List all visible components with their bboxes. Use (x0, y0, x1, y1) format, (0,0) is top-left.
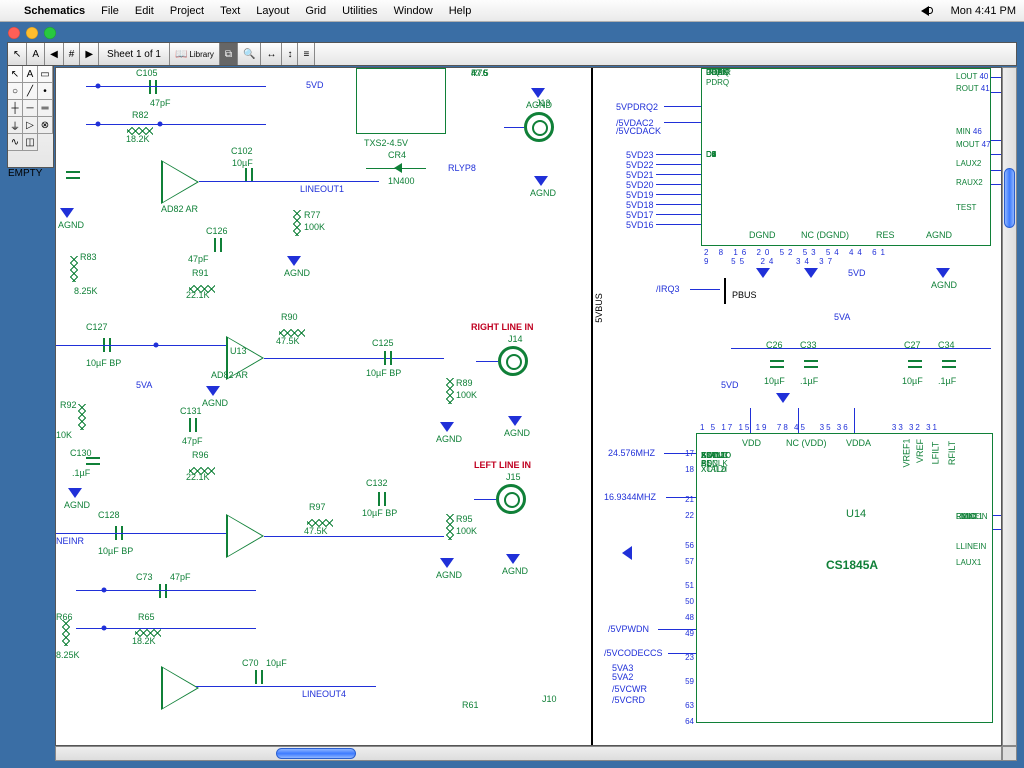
scrollbar-v-thumb[interactable] (1004, 168, 1015, 228)
scrollbar-h-thumb[interactable] (276, 748, 356, 759)
page-next[interactable]: ▶ (80, 43, 99, 65)
page-prev[interactable]: ◀ (45, 43, 64, 65)
tool-zoom[interactable]: 🔍 (238, 43, 261, 65)
u14-refdes: U14 (846, 508, 866, 520)
pal-circle[interactable]: ○ (8, 83, 23, 100)
pal-line[interactable]: ╱ (23, 83, 38, 100)
jack-j14 (498, 346, 528, 376)
page-grid[interactable]: # (64, 43, 81, 65)
tool-pointer[interactable]: ↖ (8, 43, 27, 65)
ic-u14 (696, 433, 993, 723)
window-zoom[interactable] (44, 27, 56, 39)
pal-text[interactable]: A (23, 66, 38, 83)
palette-empty: EMPTY (8, 168, 42, 179)
fit-h[interactable]: ↔ (261, 43, 282, 65)
bus-label: 5VBUS (594, 293, 604, 323)
menu-window[interactable]: Window (394, 5, 433, 17)
menu-utilities[interactable]: Utilities (342, 5, 377, 17)
window-close[interactable] (8, 27, 20, 39)
u14-part: CS1845A (826, 558, 878, 572)
menu-help[interactable]: Help (449, 5, 472, 17)
pbus-stub (724, 278, 726, 304)
pal-dot[interactable]: • (38, 83, 53, 100)
header-right-pins: LOUT 40 ROUT 41 MIN 46 MOUT 47 LAUX2 RAU… (956, 72, 991, 126)
dgnd-symbol (756, 268, 770, 278)
opamp-1 (161, 160, 199, 204)
app-menu[interactable]: Schematics (24, 5, 85, 17)
pbus-label: PBUS (732, 290, 757, 300)
opamp-3 (161, 666, 199, 710)
menu-project[interactable]: Project (170, 5, 204, 17)
header-bottom-nums: 2 8 16 20 52 53 54 44 61 9 55 24 34 37 (704, 248, 1001, 266)
pal-xform[interactable]: ⊗ (38, 117, 53, 134)
menu-layout[interactable]: Layout (256, 5, 289, 17)
clock[interactable]: Mon 4:41 PM (951, 5, 1016, 17)
bus-divider (591, 68, 593, 745)
tool-link[interactable]: ⧉ (220, 43, 238, 65)
sheet-indicator[interactable]: Sheet 1 of 1 (99, 43, 170, 65)
menubar: Schematics File Edit Project Text Layout… (0, 0, 1024, 22)
jack-j13 (524, 112, 554, 142)
tool-settings[interactable]: ≡ (298, 43, 315, 65)
scrollbar-horizontal[interactable] (55, 746, 1002, 761)
pal-rect[interactable]: ▭ (38, 66, 53, 83)
toolbar: ↖ A ◀ # ▶ Sheet 1 of 1 📖Library ⧉ 🔍 ↔ ↕ … (7, 42, 1017, 66)
menu-text[interactable]: Text (220, 5, 240, 17)
fit-v[interactable]: ↕ (282, 43, 298, 65)
header-ic (701, 68, 991, 246)
opamp-2 (226, 514, 264, 558)
library-button[interactable]: 📖Library (170, 43, 220, 65)
pal-port[interactable]: ▷ (23, 117, 38, 134)
pal-arrow[interactable]: ↖ (8, 66, 23, 83)
pal-sine[interactable]: ∿ (8, 134, 23, 151)
window-minimize[interactable] (26, 27, 38, 39)
scrollbar-vertical[interactable] (1002, 67, 1017, 746)
pal-node[interactable]: ┼ (8, 100, 23, 117)
menu-grid[interactable]: Grid (305, 5, 326, 17)
cap-c26 (770, 357, 784, 371)
tool-text[interactable]: A (27, 43, 45, 65)
relay-box (356, 68, 446, 134)
menu-file[interactable]: File (101, 5, 119, 17)
pal-bus[interactable]: ═ (38, 100, 53, 117)
data-nets: 5VD23 5VD22 5VD21 5VD20 5VD19 5VD18 5VD1… (626, 150, 654, 230)
menu-edit[interactable]: Edit (135, 5, 154, 17)
pal-wire[interactable]: ─ (23, 100, 38, 117)
tool-palette: ↖ A ▭ ○ ╱ • ┼ ─ ═ ⏚ ▷ ⊗ ∿ ◫ (7, 66, 54, 168)
volume-icon[interactable] (921, 5, 937, 17)
pal-gnd[interactable]: ⏚ (8, 117, 23, 134)
jack-j15 (496, 484, 526, 514)
pal-sym[interactable]: ◫ (23, 134, 38, 151)
schematic-canvas[interactable]: 5VBUS PBUS LOUT 40 ROUT 41 MIN 46 MOUT 4… (55, 67, 1002, 746)
grow-box[interactable] (1002, 746, 1017, 761)
